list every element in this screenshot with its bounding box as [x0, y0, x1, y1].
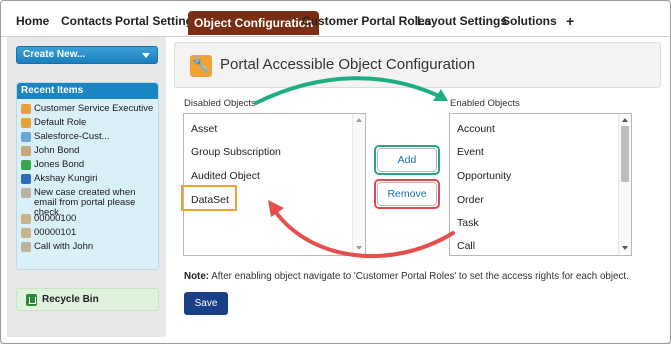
tab-contacts[interactable]: Contacts — [56, 10, 117, 32]
page-header: 🔧 Portal Accessible Object Configuration — [174, 42, 661, 88]
email-icon — [21, 188, 31, 198]
caret-down-icon — [142, 53, 150, 58]
disabled-list-scrollbar[interactable] — [352, 114, 365, 255]
case-icon — [21, 214, 31, 224]
recent-item-label: Default Role — [34, 117, 87, 128]
recent-items-title: Recent Items — [17, 83, 158, 99]
tab-bar: Home Contacts Portal Settings Object Con… — [1, 1, 670, 37]
note-text: Note: After enabling object navigate to … — [184, 271, 629, 282]
recent-item-label: Jones Bond — [34, 159, 85, 170]
wrench-icon: 🔧 — [190, 55, 212, 77]
create-new-dropdown[interactable]: Create New... — [16, 46, 158, 64]
user-icon — [21, 174, 31, 184]
list-item[interactable]: Group Subscription — [191, 146, 281, 158]
contact-icon — [21, 146, 31, 156]
case-icon — [21, 228, 31, 238]
list-item[interactable]: Order — [457, 194, 484, 206]
recent-item-label: John Bond — [34, 145, 80, 156]
enabled-objects-label: Enabled Objects — [450, 98, 520, 109]
scroll-thumb[interactable] — [621, 126, 629, 182]
list-item[interactable]: Opportunity — [457, 170, 511, 182]
scroll-up-icon — [622, 118, 628, 122]
list-item[interactable]: Event — [457, 146, 484, 158]
site-icon — [21, 132, 31, 142]
recycle-bin-label: Recycle Bin — [42, 294, 99, 305]
list-item[interactable]: Asset — [191, 123, 217, 135]
scroll-down-icon — [356, 246, 362, 250]
recent-item-label: Akshay Kungiri — [34, 173, 98, 184]
recent-item-label: Customer Service Executive — [34, 103, 154, 114]
recent-item-label: Salesforce-Cust... — [34, 131, 110, 142]
list-item[interactable]: Call — [457, 240, 475, 252]
add-button[interactable]: Add — [377, 148, 437, 172]
account-icon — [21, 160, 31, 170]
create-new-label: Create New... — [23, 49, 86, 60]
list-item[interactable]: Account — [457, 123, 495, 135]
save-button[interactable]: Save — [184, 292, 228, 315]
add-tab-button[interactable]: + — [561, 10, 579, 32]
recent-item-label: 00000100 — [34, 213, 77, 224]
recent-item-label: 00000101 — [34, 227, 77, 238]
list-item[interactable]: Audited Object — [191, 170, 260, 182]
tab-home[interactable]: Home — [11, 10, 54, 32]
list-item[interactable]: Task — [457, 217, 479, 229]
enabled-list-scrollbar[interactable] — [618, 114, 631, 255]
note-body: After enabling object navigate to 'Custo… — [209, 271, 629, 282]
note-label: Note: — [184, 271, 210, 282]
sidebar: Create New... Recent Items Customer Serv… — [7, 37, 166, 337]
recycle-bin-link[interactable]: Recycle Bin — [16, 288, 159, 311]
green-arrow-head — [433, 89, 448, 101]
task-icon — [21, 242, 31, 252]
recycle-bin-icon — [26, 294, 37, 306]
page-title: Portal Accessible Object Configuration — [220, 56, 476, 73]
recent-item-label: Call with John — [34, 241, 94, 252]
tab-solutions[interactable]: Solutions — [497, 10, 562, 32]
role-icon — [21, 118, 31, 128]
app-window: Home Contacts Portal Settings Object Con… — [0, 0, 671, 344]
recent-items-panel: Recent Items Customer Service Executive … — [16, 82, 159, 270]
scroll-up-icon — [356, 118, 362, 122]
disabled-objects-label: Disabled Objects — [184, 98, 256, 109]
remove-button[interactable]: Remove — [377, 182, 437, 206]
enabled-objects-list[interactable]: Account Event Opportunity Order Task Cal… — [449, 113, 632, 256]
scroll-down-icon — [622, 246, 628, 250]
dataset-highlight — [181, 185, 237, 211]
role-icon — [21, 104, 31, 114]
